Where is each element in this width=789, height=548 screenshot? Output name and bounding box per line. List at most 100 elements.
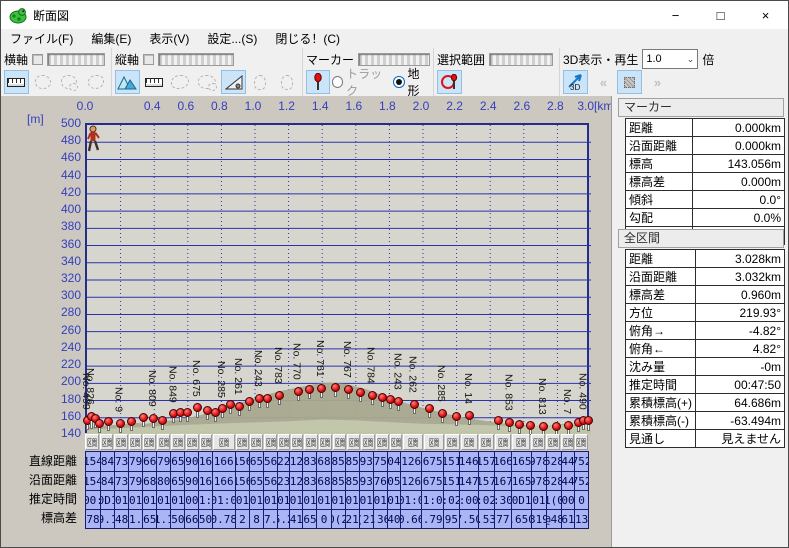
section-header-cell[interactable]: 区間 xyxy=(249,434,264,450)
rewind-button-disabled[interactable]: « xyxy=(590,70,615,94)
marker-pin[interactable] xyxy=(584,415,594,425)
v-option2-button-disabled[interactable] xyxy=(195,70,220,94)
marker-pin-button[interactable] xyxy=(306,70,330,94)
table-cell: 68 xyxy=(316,472,331,490)
playback-scale-select[interactable]: 1.0 ⌄ xyxy=(642,49,699,69)
table-cell: 85 xyxy=(330,452,345,471)
marker-pin[interactable] xyxy=(438,408,448,418)
section-header-cell[interactable]: 区間 xyxy=(264,434,278,450)
marker-pin[interactable] xyxy=(451,412,461,422)
section-header-cell[interactable]: 区間 xyxy=(347,434,361,450)
section-header-cell[interactable]: 区間 xyxy=(199,434,213,450)
h-scale-ruler-button[interactable] xyxy=(4,70,29,94)
section-header-cell[interactable]: 区間 xyxy=(444,434,460,450)
slope-angle-button[interactable] xyxy=(221,70,246,94)
marker-pin[interactable] xyxy=(493,416,503,426)
section-header-cell[interactable]: 区間 xyxy=(494,434,512,450)
marker-pin[interactable] xyxy=(103,417,113,427)
section-header-cell[interactable]: 区間 xyxy=(318,434,332,450)
h-option2-button-disabled[interactable] xyxy=(57,70,82,94)
section-header-cell[interactable]: 区間 xyxy=(114,434,128,450)
table-cell: 167 xyxy=(493,472,511,490)
radio-terrain[interactable]: 地形 xyxy=(393,65,430,99)
marker-label: No. 261 xyxy=(231,357,244,395)
section-header-cell[interactable]: 区間 xyxy=(389,434,403,450)
section-header-cell[interactable]: 区間 xyxy=(512,434,531,450)
table-cell: 05 xyxy=(386,472,400,490)
section-header-cell[interactable]: 区間 xyxy=(332,434,347,450)
stop-button[interactable] xyxy=(617,70,642,94)
marker-pin[interactable] xyxy=(409,400,419,409)
section-header-cell[interactable]: 区間 xyxy=(424,434,444,450)
marker-pin[interactable] xyxy=(344,384,354,394)
maximize-button[interactable]: □ xyxy=(698,1,743,29)
marker-label: No. 813 xyxy=(535,377,548,415)
marker-pin[interactable] xyxy=(182,407,192,417)
marker-slider[interactable] xyxy=(358,52,430,66)
v-option1-button-disabled[interactable] xyxy=(168,70,193,94)
terrain-profile-button[interactable] xyxy=(115,70,140,94)
section-header-cell[interactable]: 区間 xyxy=(128,434,142,450)
h-option1-button-disabled[interactable] xyxy=(31,70,56,94)
marker-pin[interactable] xyxy=(525,420,535,430)
minimize-button[interactable]: − xyxy=(653,1,698,29)
marker-pin[interactable] xyxy=(564,420,574,430)
marker-label: No. 849 xyxy=(166,365,179,403)
v-scale-ruler-button[interactable] xyxy=(142,70,167,94)
marker-pin[interactable] xyxy=(367,390,377,400)
marker-pin[interactable] xyxy=(424,404,434,414)
section-header-cell[interactable]: 区間 xyxy=(85,434,100,450)
marker-pin[interactable] xyxy=(317,383,327,393)
marker-pin[interactable] xyxy=(139,412,149,422)
section-header-cell[interactable]: 区間 xyxy=(375,434,389,450)
marker-pin[interactable] xyxy=(538,421,548,431)
section-header-cell[interactable]: 区間 xyxy=(531,434,546,450)
section-header-cell[interactable]: 区間 xyxy=(561,434,574,450)
horizontal-axis-checkbox[interactable] xyxy=(32,53,44,65)
section-header-cell[interactable]: 区間 xyxy=(100,434,114,450)
section-header-cell[interactable]: 区間 xyxy=(574,434,588,450)
section-header-cell[interactable]: 区間 xyxy=(213,434,235,450)
section-header-cell[interactable]: 区間 xyxy=(546,434,561,450)
section-header-cell[interactable]: 区間 xyxy=(403,434,423,450)
section-header-cell[interactable]: 区間 xyxy=(142,434,157,450)
forward-button-disabled[interactable]: » xyxy=(644,70,669,94)
3d-view-button[interactable]: 3D xyxy=(563,70,588,94)
close-button[interactable]: × xyxy=(743,1,788,29)
vertical-axis-checkbox[interactable] xyxy=(143,53,155,65)
v-option3-button-disabled[interactable] xyxy=(248,70,273,94)
marker-pin[interactable] xyxy=(157,415,167,425)
horizontal-axis-slider[interactable] xyxy=(47,52,106,66)
menu-item-close[interactable]: 閉じる！(C) xyxy=(266,29,349,48)
h-option3-button-disabled[interactable] xyxy=(84,70,109,94)
section-header-cell[interactable]: 区間 xyxy=(185,434,199,450)
marker-pin[interactable] xyxy=(275,390,285,400)
elevation-profile-plot[interactable]: No. 499 No. 826 No. 9 No. 809 No. 849 No. 675… xyxy=(80,123,594,437)
marker-pin[interactable] xyxy=(234,401,244,411)
radio-track[interactable]: トラック xyxy=(331,65,391,99)
vertical-axis-slider[interactable] xyxy=(158,52,235,66)
section-header-cell[interactable]: 区間 xyxy=(361,434,375,450)
v-option4-button-disabled[interactable] xyxy=(274,70,299,94)
table-cell: .53 xyxy=(477,510,494,528)
table-cell: 0 xyxy=(574,491,588,509)
menu-item-edit[interactable]: 編集(E) xyxy=(82,29,140,48)
menu-item-file[interactable]: ファイル(F) xyxy=(1,29,82,48)
marker-pin[interactable] xyxy=(149,413,159,423)
section-header-cell[interactable]: 区間 xyxy=(171,434,185,450)
selection-lasso-button[interactable] xyxy=(437,70,462,94)
section-header-cell[interactable]: 区間 xyxy=(460,434,478,450)
section-header-cell[interactable]: 区間 xyxy=(157,434,171,450)
section-header-cell[interactable]: 区間 xyxy=(478,434,494,450)
section-header-cell[interactable]: 区間 xyxy=(290,434,304,450)
marker-pin[interactable] xyxy=(115,418,125,428)
selection-slider[interactable] xyxy=(489,52,554,66)
menu-item-view[interactable]: 表示(V) xyxy=(140,29,198,48)
marker-pin[interactable] xyxy=(293,387,303,397)
menu-item-settings[interactable]: 設定...(S) xyxy=(198,29,266,48)
section-header-cell[interactable]: 区間 xyxy=(235,434,249,450)
marker-pin[interactable] xyxy=(330,382,340,392)
section-header-cell[interactable]: 区間 xyxy=(278,434,290,450)
marker-pin[interactable] xyxy=(355,387,365,397)
section-header-cell[interactable]: 区間 xyxy=(304,434,318,450)
